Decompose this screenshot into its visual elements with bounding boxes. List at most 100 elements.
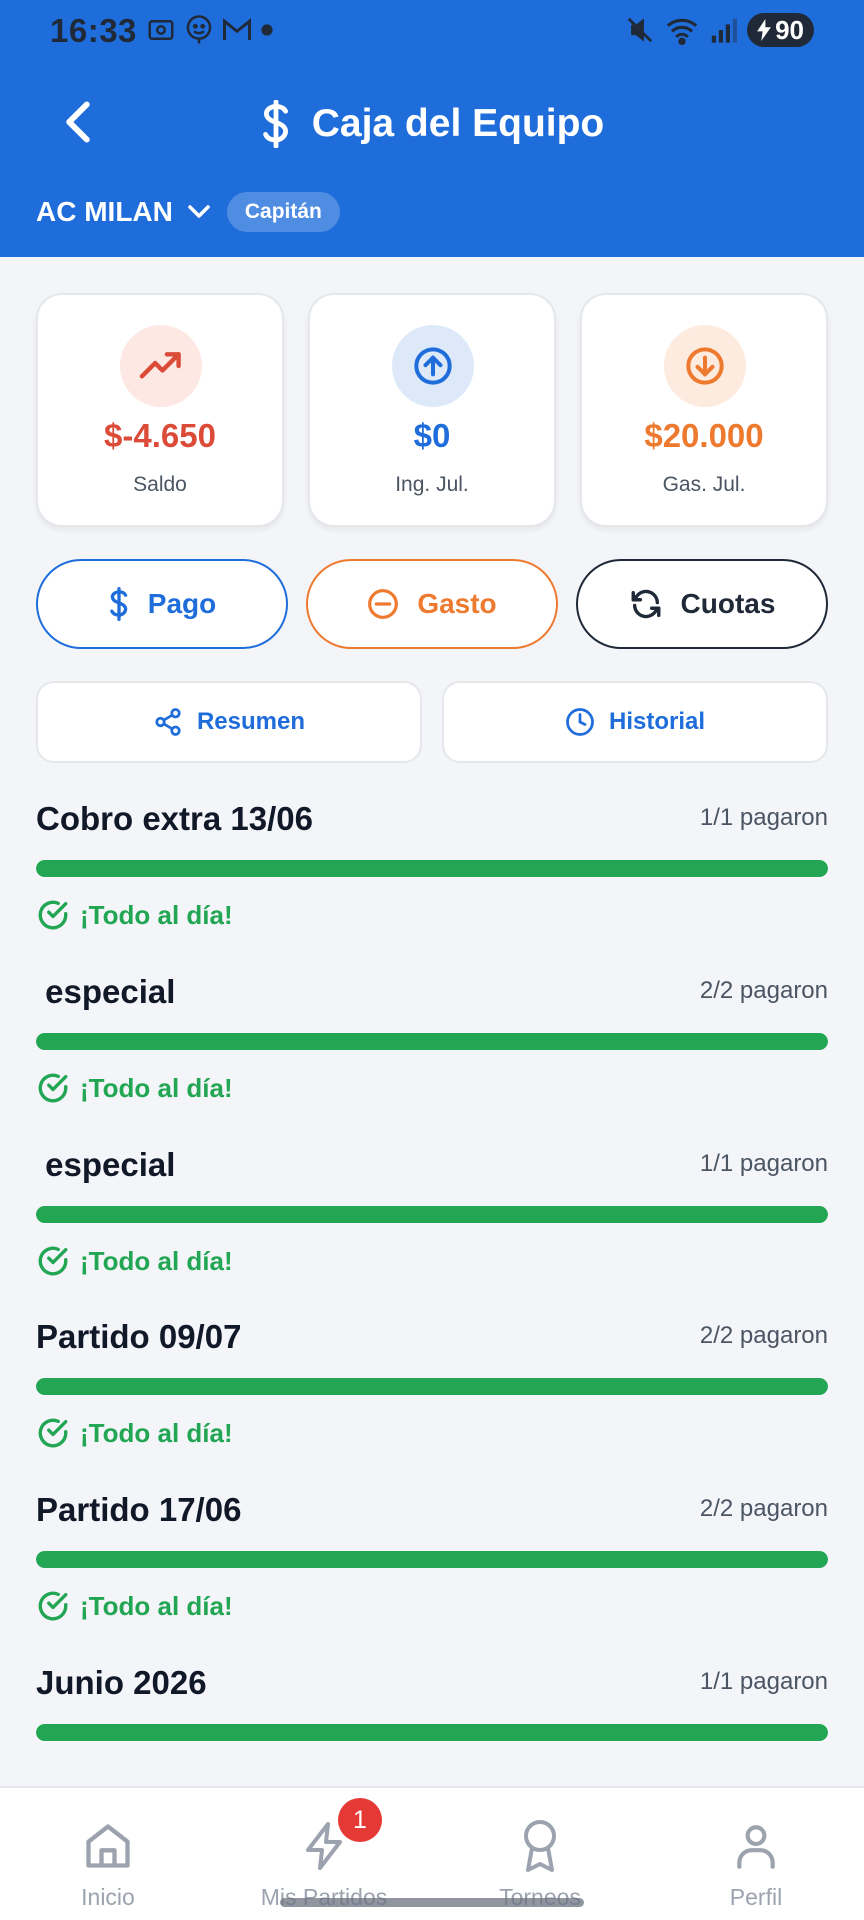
fee-paid-count: 2/2 pagaron bbox=[699, 1495, 828, 1522]
home-indicator bbox=[280, 1898, 584, 1907]
check-circle-icon bbox=[38, 1246, 68, 1276]
fee-progress-fill bbox=[36, 1206, 828, 1223]
fee-status: ¡Todo al día! bbox=[36, 1416, 233, 1450]
stat-value: $0 bbox=[413, 417, 451, 454]
historial-button[interactable]: Historial bbox=[442, 681, 828, 763]
stat-card-gastos: $20.000 Gas. Jul. bbox=[580, 293, 828, 527]
fee-paid-count: 1/1 pagaron bbox=[699, 1668, 828, 1695]
battery-indicator: 90 bbox=[747, 13, 814, 47]
fee-status-text: ¡Todo al día! bbox=[80, 1590, 233, 1621]
fee-name: Cobro extra 13/06 bbox=[36, 800, 313, 837]
fee-progress-fill bbox=[36, 1033, 828, 1050]
status-system-icons: 90 bbox=[625, 13, 814, 47]
stat-label: Ing. Jul. bbox=[395, 473, 469, 496]
fee-progress-fill bbox=[36, 1551, 828, 1568]
stat-label: Saldo bbox=[133, 473, 187, 496]
fee-progress-bar bbox=[36, 1724, 828, 1741]
fee-status: ¡Todo al día! bbox=[36, 1589, 233, 1623]
fee-progress-fill bbox=[36, 860, 828, 877]
check-circle-icon bbox=[38, 900, 68, 930]
fee-name: Partido 09/07 bbox=[36, 1318, 242, 1355]
screenshot-icon bbox=[148, 20, 174, 40]
fee-progress-bar bbox=[36, 1206, 828, 1223]
fee-name: especial bbox=[36, 973, 176, 1010]
nav-item-inicio[interactable]: Inicio bbox=[48, 1788, 168, 1920]
clock-icon bbox=[566, 708, 594, 736]
fee-status: ¡Todo al día! bbox=[36, 1244, 233, 1278]
fee-name: Junio 2026 bbox=[36, 1664, 207, 1701]
stat-icon-bg bbox=[392, 325, 474, 407]
fee-progress-bar bbox=[36, 1378, 828, 1395]
fee-status-text: ¡Todo al día! bbox=[80, 1072, 233, 1103]
nav-icon-wrap: 1 bbox=[294, 1798, 382, 1876]
fee-status-text: ¡Todo al día! bbox=[80, 1417, 233, 1448]
page-title: Caja del Equipo bbox=[311, 102, 605, 145]
fee-status: ¡Todo al día! bbox=[36, 1071, 233, 1105]
fee-status-text: ¡Todo al día! bbox=[80, 1245, 233, 1276]
stat-icon-bg bbox=[664, 325, 746, 407]
fee-progress-bar bbox=[36, 1551, 828, 1568]
team-name: AC MILAN bbox=[36, 196, 173, 227]
stat-icon-bg bbox=[120, 325, 202, 407]
stat-label: Gas. Jul. bbox=[662, 473, 746, 496]
pago-button[interactable]: Pago bbox=[36, 559, 288, 649]
fee-item[interactable]: especial 2/2 pagaron ¡Todo al día! bbox=[36, 973, 828, 1113]
mute-icon bbox=[627, 17, 653, 43]
fee-item[interactable]: Partido 09/07 2/2 pagaron ¡Todo al día! bbox=[36, 1318, 828, 1458]
stat-value: $20.000 bbox=[644, 417, 764, 454]
fee-item[interactable]: especial 1/1 pagaron ¡Todo al día! bbox=[36, 1146, 828, 1286]
team-selector-row: AC MILAN Capitán bbox=[36, 192, 340, 232]
arrow-down-circle-icon bbox=[686, 347, 724, 385]
location-face-icon bbox=[186, 15, 212, 44]
cuotas-button[interactable]: Cuotas bbox=[576, 559, 828, 649]
fee-paid-count: 1/1 pagaron bbox=[699, 804, 828, 831]
fee-status: ¡Todo al día! bbox=[36, 898, 233, 932]
gmail-icon bbox=[223, 18, 251, 40]
share-icon bbox=[155, 708, 181, 736]
gasto-label: Gasto bbox=[417, 588, 497, 619]
fee-status-text: ¡Todo al día! bbox=[80, 899, 233, 930]
fee-item[interactable]: Junio 2026 1/1 pagaron bbox=[36, 1664, 828, 1754]
role-badge: Capitán bbox=[226, 192, 340, 232]
team-selector[interactable]: AC MILAN bbox=[36, 196, 211, 228]
charging-icon bbox=[757, 19, 771, 41]
fee-name: especial bbox=[36, 1146, 176, 1183]
dollar-icon bbox=[109, 586, 128, 622]
chevron-down-icon bbox=[188, 205, 210, 218]
user-icon bbox=[737, 1825, 775, 1869]
nav-label: Inicio bbox=[81, 1884, 135, 1910]
status-notification-icons bbox=[146, 14, 274, 46]
nav-icon-wrap bbox=[726, 1816, 786, 1876]
stat-value: $-4.650 bbox=[104, 417, 216, 454]
fee-name: Partido 17/06 bbox=[36, 1491, 242, 1528]
fee-paid-count: 1/1 pagaron bbox=[699, 1150, 828, 1177]
cuotas-label: Cuotas bbox=[680, 588, 776, 619]
nav-icon-wrap bbox=[78, 1816, 138, 1876]
resumen-label: Resumen bbox=[196, 708, 306, 735]
status-bar: 16:33 90 bbox=[0, 0, 864, 62]
status-time: 16:33 bbox=[50, 12, 137, 49]
gasto-button[interactable]: Gasto bbox=[306, 559, 558, 649]
check-circle-icon bbox=[38, 1591, 68, 1621]
stat-card-ingresos: $0 Ing. Jul. bbox=[308, 293, 556, 527]
fee-progress-fill bbox=[36, 1724, 828, 1741]
minus-circle-icon bbox=[368, 589, 399, 619]
fee-progress-bar bbox=[36, 860, 828, 877]
dot-icon bbox=[261, 24, 273, 36]
check-circle-icon bbox=[38, 1418, 68, 1448]
fee-paid-count: 2/2 pagaron bbox=[699, 977, 828, 1004]
fee-progress-bar bbox=[36, 1033, 828, 1050]
refresh-icon bbox=[631, 589, 660, 619]
resumen-button[interactable]: Resumen bbox=[36, 681, 422, 763]
nav-item-perfil[interactable]: Perfil bbox=[696, 1788, 816, 1920]
historial-label: Historial bbox=[608, 708, 706, 735]
battery-level: 90 bbox=[775, 14, 804, 45]
fee-progress-fill bbox=[36, 1378, 828, 1395]
fee-item[interactable]: Cobro extra 13/06 1/1 pagaron ¡Todo al d… bbox=[36, 800, 828, 940]
signal-icon bbox=[711, 18, 738, 43]
arrow-up-circle-icon bbox=[414, 347, 452, 385]
notification-badge: 1 bbox=[338, 1798, 382, 1842]
pago-label: Pago bbox=[147, 588, 217, 619]
fee-item[interactable]: Partido 17/06 2/2 pagaron ¡Todo al día! bbox=[36, 1491, 828, 1631]
award-icon bbox=[524, 1820, 556, 1872]
